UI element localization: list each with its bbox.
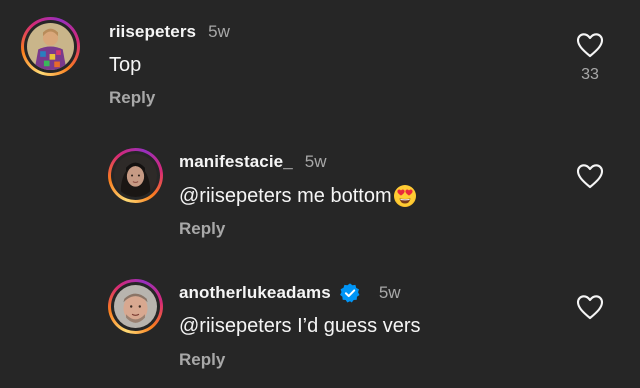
comment-text: @riisepeters me bottom [179,184,417,208]
comment-meta: anotherlukeadams 5w [179,282,401,304]
timestamp: 5w [208,22,230,41]
reply-button[interactable]: Reply [109,88,155,108]
heart-outline-icon [576,164,604,189]
username[interactable]: anotherlukeadams [179,283,331,303]
comment-text: @riisepeters I’d guess vers [179,315,421,338]
reply-button[interactable]: Reply [179,350,225,370]
comment-meta: riisepeters 5w [109,22,230,42]
comment: riisepeters 5w Top Reply 33 [0,0,640,130]
like-button[interactable] [576,32,604,58]
comment-reply: anotherlukeadams 5w @riisepeters I’d gue… [0,261,640,388]
avatar[interactable] [21,17,80,76]
heart-eyes-emoji-icon [393,184,417,208]
username[interactable]: manifestacie_ [179,152,293,172]
comment-body: @riisepeters I’d guess vers [179,315,421,337]
comment-reply: manifestacie_ 5w @riisepeters me bottom … [0,130,640,260]
avatar[interactable] [108,148,163,203]
heart-outline-icon [576,295,604,320]
comment-text: Top [109,54,141,77]
timestamp: 5w [304,152,327,171]
like-count: 33 [581,66,599,83]
like-button[interactable] [576,163,604,189]
timestamp: 5w [378,283,401,302]
verified-badge-icon [339,282,361,304]
username[interactable]: riisepeters [109,22,196,42]
avatar[interactable] [108,279,163,334]
comment-body: Top [109,54,142,76]
comment-body: @riisepeters me bottom [179,184,392,207]
heart-outline-icon [576,33,604,58]
reply-button[interactable]: Reply [179,219,225,239]
like-button[interactable] [576,294,604,320]
comment-meta: manifestacie_ 5w [179,152,327,172]
